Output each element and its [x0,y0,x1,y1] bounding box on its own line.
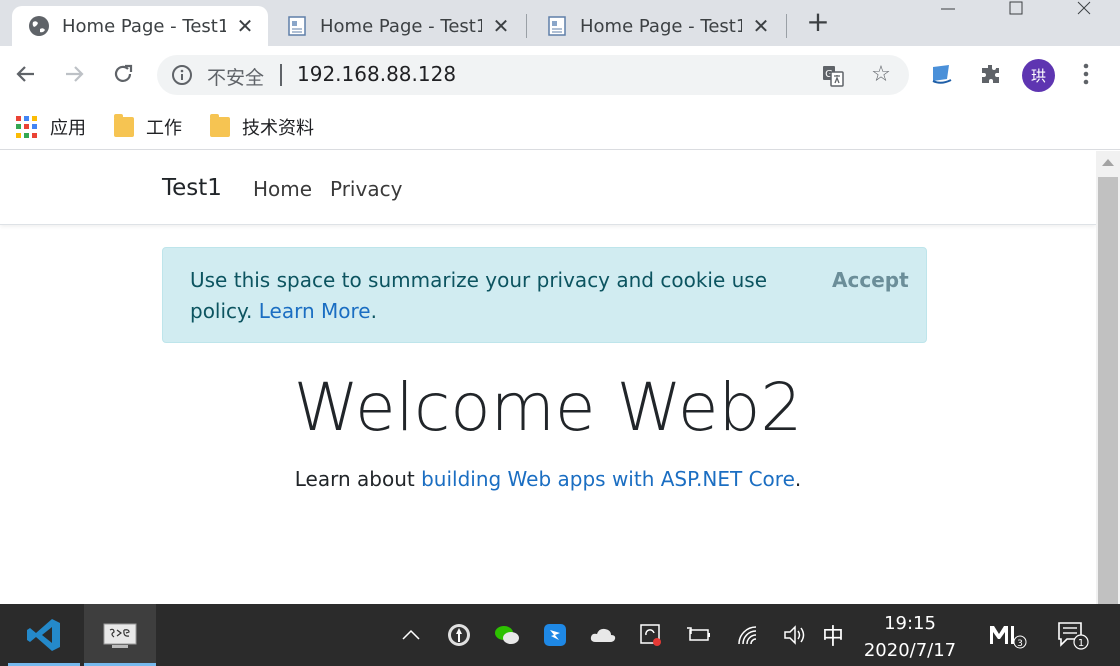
bookmark-label: 应用 [50,118,86,139]
vscode-icon [27,619,60,651]
onedrive-cloud-icon[interactable] [588,620,618,650]
folder-icon [114,114,134,137]
sg-app-icon [103,623,137,648]
reading-extension-icon[interactable] [926,58,958,90]
tab-2-title: Home Page - Test1 [320,15,482,37]
clock-time: 19:15 [884,613,936,634]
info-icon[interactable] [171,64,193,86]
tab-separator [786,14,787,38]
close-icon[interactable]: ✕ [750,15,772,37]
close-window-button[interactable] [1050,0,1118,18]
windows-taskbar: 中 19:15 2020/7/17 3 1 [0,604,1120,666]
maximize-button[interactable] [982,0,1050,18]
sg-app-taskbar-button[interactable] [84,604,156,666]
media-app-icon[interactable]: 3 [986,620,1028,650]
clock-date: 2020/7/17 [863,640,957,661]
reload-button[interactable] [107,58,139,90]
nav-home-link[interactable]: Home [253,177,312,201]
cookie-period: . [370,299,377,323]
tab-2[interactable]: Home Page - Test1 ✕ [270,6,524,46]
web-page: Test1 Home Privacy Use this space to sum… [0,151,1096,604]
tab-separator [526,14,527,38]
sync-status-icon[interactable] [636,620,666,650]
browser-toolbar: 不安全 192.168.88.128 G ☆ [0,46,1120,104]
bookmark-label: 技术资料 [242,118,314,139]
back-button[interactable] [10,58,42,90]
tab-strip: Home Page - Test1 ✕ Home Page - Test1 ✕ … [0,0,1120,46]
learn-more-link[interactable]: Learn More [259,299,371,323]
extensions-icon[interactable] [974,58,1006,90]
app-badge-count: 3 [1017,639,1023,649]
cookie-consent-alert: Use this space to summarize your privacy… [162,247,927,343]
page-scrollbar[interactable] [1096,151,1120,604]
scrollbar-thumb[interactable] [1098,177,1118,604]
nav-privacy-link[interactable]: Privacy [330,177,402,201]
learn-prefix: Learn about [294,467,415,491]
battery-icon[interactable] [684,620,714,650]
tray-app-icon[interactable] [444,620,474,650]
close-icon[interactable]: ✕ [490,15,512,37]
notification-count: 1 [1078,638,1084,649]
address-divider [280,64,282,86]
site-brand[interactable]: Test1 [162,175,222,201]
close-icon[interactable]: ✕ [234,15,256,37]
bookmark-apps[interactable]: 应用 [16,112,86,142]
tab-3-title: Home Page - Test1 [580,15,742,37]
url-text[interactable]: 192.168.88.128 [297,62,456,86]
page-icon [286,15,308,37]
wechat-icon[interactable] [492,620,522,650]
aspnet-core-link[interactable]: building Web apps with ASP.NET Core [421,467,795,491]
menu-icon[interactable] [1070,58,1102,90]
globe-icon [28,15,50,37]
bookmark-star-icon[interactable]: ☆ [869,63,893,87]
bookmarks-bar: 应用 工作 技术资料 [0,104,1120,150]
minimize-button[interactable] [914,0,982,18]
accept-button[interactable]: Accept [832,265,909,296]
profile-avatar[interactable]: 珙 [1022,59,1055,92]
cookie-alert-text: Use this space to summarize your privacy… [190,265,820,327]
security-label[interactable]: 不安全 [207,63,264,90]
translate-icon[interactable]: G [821,64,845,88]
show-hidden-icons-chevron-icon[interactable] [396,620,426,650]
scroll-up-arrow-icon[interactable] [1102,159,1114,166]
apps-grid-icon [16,116,38,138]
wifi-icon[interactable] [734,620,764,650]
ime-indicator[interactable]: 中 [822,619,844,651]
tab-1[interactable]: Home Page - Test1 ✕ [12,6,268,46]
taskbar-clock[interactable]: 19:15 2020/7/17 [858,610,962,664]
bookmark-folder-work[interactable]: 工作 [114,112,182,142]
site-navbar: Test1 Home Privacy [0,151,1096,225]
tab-3[interactable]: Home Page - Test1 ✕ [530,6,784,46]
forward-button[interactable] [58,58,90,90]
folder-icon [210,114,230,137]
notification-center-icon[interactable]: 1 [1054,620,1096,650]
learn-about-text: Learn about building Web apps with ASP.N… [0,467,1096,491]
welcome-heading: Welcome Web2 [293,369,803,446]
tab-1-title: Home Page - Test1 [62,15,226,37]
volume-icon[interactable] [780,620,810,650]
dingtalk-icon[interactable] [540,620,570,650]
page-icon [546,15,568,37]
learn-suffix: . [794,467,802,491]
address-bar[interactable]: 不安全 192.168.88.128 G ☆ [157,55,909,95]
new-tab-button[interactable]: + [803,8,833,38]
vscode-taskbar-button[interactable] [8,604,80,666]
bookmark-folder-tech[interactable]: 技术资料 [210,112,314,142]
bookmark-label: 工作 [146,118,182,139]
